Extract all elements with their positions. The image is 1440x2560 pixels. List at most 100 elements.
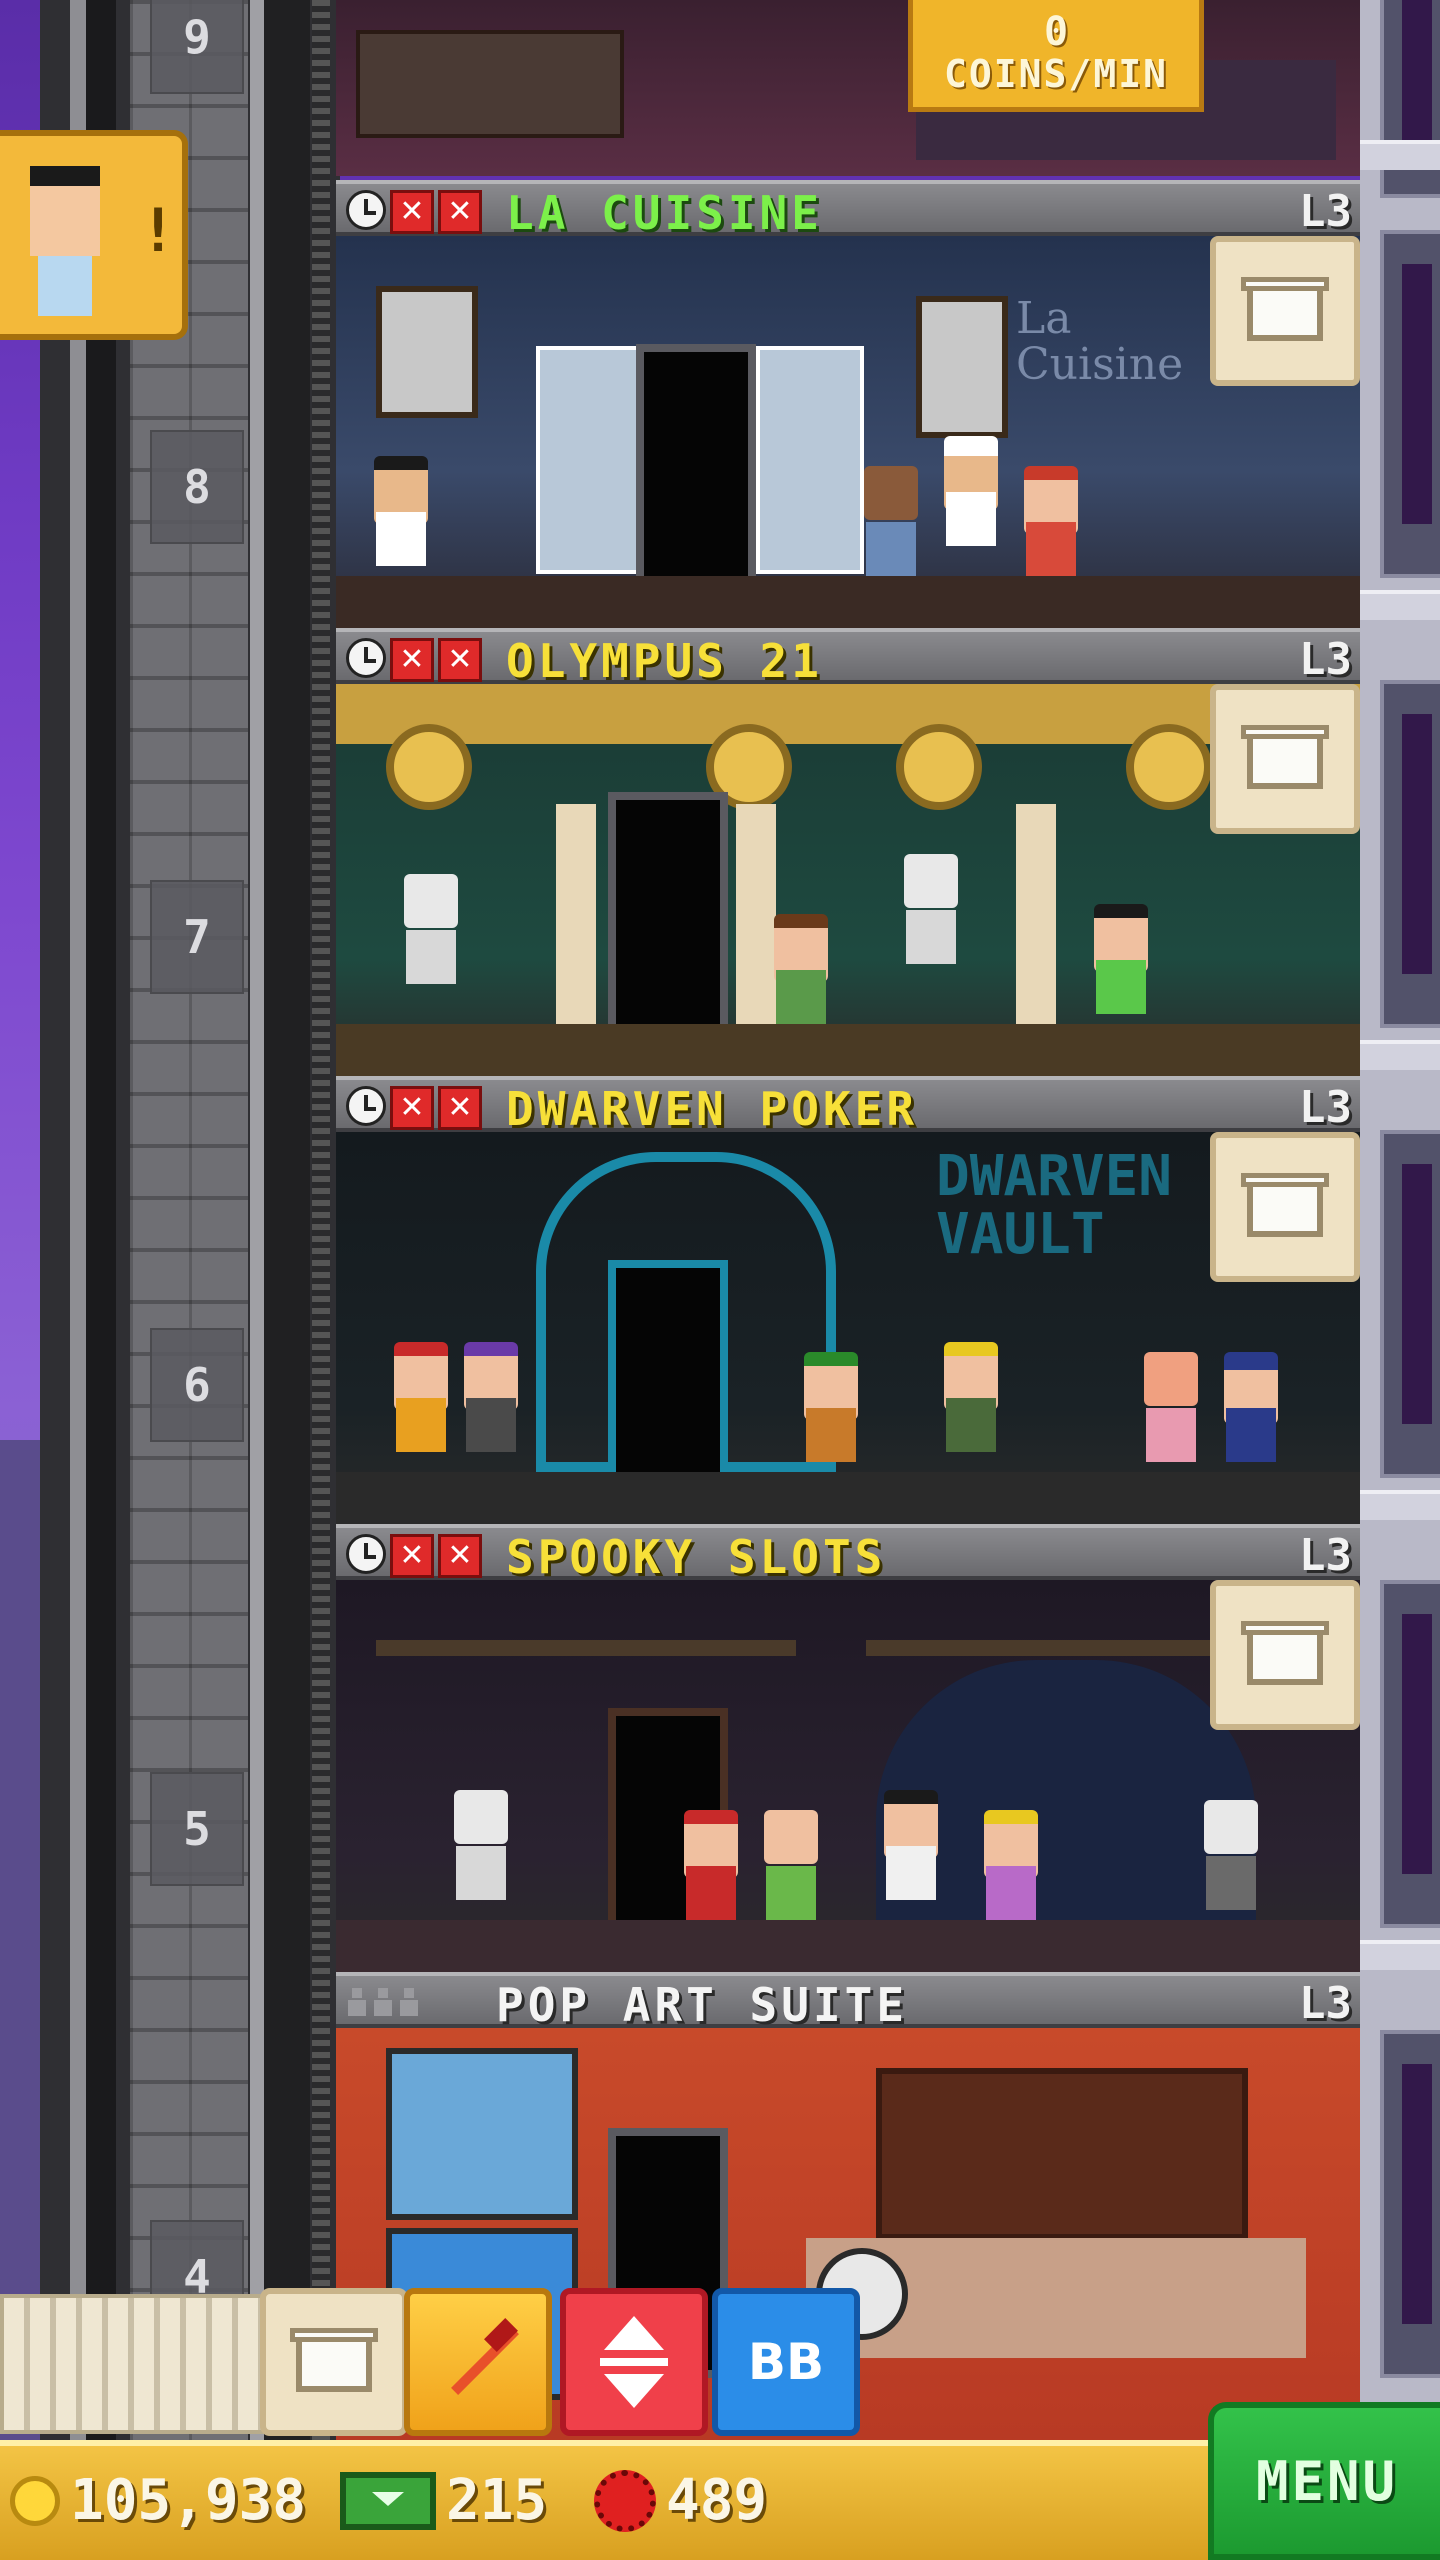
guest-character[interactable] bbox=[456, 1342, 526, 1452]
stock-button[interactable] bbox=[1210, 236, 1360, 386]
building-window bbox=[1380, 1130, 1440, 1478]
clock-icon bbox=[346, 1534, 386, 1574]
floor-level: L3 bbox=[1299, 1082, 1352, 1133]
floor-header: ✕ ✕ LA CUISINE L3 bbox=[336, 180, 1360, 240]
guest-character[interactable] bbox=[1086, 904, 1156, 1014]
building-window bbox=[1380, 2030, 1440, 2378]
building-window bbox=[1380, 1580, 1440, 1928]
floor-name: LA CUISINE bbox=[506, 186, 823, 240]
floor-9[interactable]: 0 COINS/MIN bbox=[336, 0, 1360, 176]
floor-name: SPOOKY SLOTS bbox=[506, 1530, 887, 1584]
stock-button[interactable] bbox=[1210, 684, 1360, 834]
shaft-floor-number: 8 bbox=[150, 430, 244, 544]
floor-la-cuisine[interactable]: ✕ ✕ LA CUISINE L3 La Cuisine bbox=[336, 180, 1360, 628]
coins-per-min-value: 0 bbox=[1043, 8, 1069, 55]
out-of-stock-icon: ✕ bbox=[390, 1534, 434, 1578]
stock-button[interactable] bbox=[1210, 1132, 1360, 1282]
floor-level: L3 bbox=[1299, 634, 1352, 685]
out-of-stock-icon: ✕ bbox=[390, 190, 434, 234]
bux-value: 215 bbox=[446, 2468, 548, 2533]
guest-character[interactable] bbox=[856, 466, 926, 576]
guest-character[interactable] bbox=[766, 914, 836, 1024]
slot-machine bbox=[446, 1790, 516, 1900]
wall-ledge bbox=[1360, 140, 1440, 170]
resident-slot-icon bbox=[398, 1988, 420, 2020]
shaft-floor-number: 9 bbox=[150, 0, 244, 94]
floor-room: DWARVEN VAULT bbox=[336, 1132, 1360, 1524]
stock-button[interactable] bbox=[1210, 1580, 1360, 1730]
resident-slot-icon bbox=[372, 1988, 394, 2020]
out-of-stock-icon: ✕ bbox=[438, 1534, 482, 1578]
build-floor-button[interactable] bbox=[404, 2288, 552, 2436]
crate-icon bbox=[1241, 1173, 1329, 1237]
floor-header: ✕ ✕ SPOOKY SLOTS L3 bbox=[336, 1524, 1360, 1584]
guest-character[interactable] bbox=[936, 1342, 1006, 1452]
bux-icon bbox=[340, 2471, 436, 2530]
guest-character[interactable] bbox=[876, 1790, 946, 1900]
room-sign: DWARVEN VAULT bbox=[936, 1144, 1173, 1267]
statue bbox=[896, 854, 966, 964]
skeleton-character[interactable] bbox=[1196, 1800, 1266, 1910]
floor-dwarven-poker[interactable]: ✕ ✕ DWARVEN POKER L3 DWARVEN VAULT bbox=[336, 1076, 1360, 1524]
floor-name: OLYMPUS 21 bbox=[506, 634, 823, 688]
floor-status bbox=[346, 1982, 420, 2020]
hammer-icon bbox=[428, 2312, 528, 2412]
dwarf-character[interactable] bbox=[796, 1352, 866, 1462]
wizard-character[interactable] bbox=[1216, 1352, 1286, 1462]
guest-character[interactable] bbox=[676, 1810, 746, 1920]
bottom-toolbar: BB bbox=[0, 2280, 890, 2440]
token-icon bbox=[594, 2469, 656, 2532]
resident-slot-icon bbox=[346, 1988, 368, 2020]
floor-status: ✕ ✕ bbox=[346, 190, 482, 234]
alert-icon: ! bbox=[140, 196, 177, 266]
floor-spooky-slots[interactable]: ✕ ✕ SPOOKY SLOTS L3 bbox=[336, 1524, 1360, 1972]
coins-value: 105,938 bbox=[70, 2468, 307, 2533]
elevator-button[interactable] bbox=[560, 2288, 708, 2436]
floor-name: POP ART SUITE bbox=[496, 1978, 909, 2032]
shaft-rail bbox=[250, 0, 264, 2560]
guest-character[interactable] bbox=[386, 1342, 456, 1452]
floor-olympus-21[interactable]: ✕ ✕ OLYMPUS 21 L3 bbox=[336, 628, 1360, 1076]
floor-status: ✕ ✕ bbox=[346, 1086, 482, 1130]
out-of-stock-icon: ✕ bbox=[390, 1086, 434, 1130]
guest-character[interactable] bbox=[1136, 1352, 1206, 1462]
clock-icon bbox=[346, 638, 386, 678]
building-window bbox=[1380, 230, 1440, 578]
guest-character[interactable] bbox=[1016, 466, 1086, 576]
shaft-floor-number: 7 bbox=[150, 880, 244, 994]
shaft-floor-number: 6 bbox=[150, 1328, 244, 1442]
shaft-rail bbox=[264, 0, 310, 2560]
floor-room: La Cuisine bbox=[336, 236, 1360, 628]
floor-room bbox=[336, 684, 1360, 1076]
guest-character[interactable] bbox=[976, 1810, 1046, 1920]
floor-level: L3 bbox=[1299, 1530, 1352, 1581]
vip-bellhop-tab[interactable]: ! bbox=[0, 130, 188, 340]
coin-icon bbox=[10, 2475, 60, 2526]
floor-header: POP ART SUITE L3 bbox=[336, 1972, 1360, 2032]
bitbook-button[interactable]: BB bbox=[712, 2288, 860, 2436]
room-door bbox=[636, 344, 756, 594]
room-sign: La Cuisine bbox=[1016, 293, 1184, 390]
bellhop-body bbox=[38, 256, 92, 316]
guest-character[interactable] bbox=[366, 456, 436, 566]
stock-all-button[interactable] bbox=[260, 2288, 408, 2436]
wall-ledge bbox=[1360, 1040, 1440, 1070]
floor-name: DWARVEN POKER bbox=[506, 1082, 919, 1136]
out-of-stock-icon: ✕ bbox=[438, 638, 482, 682]
chef-character[interactable] bbox=[936, 436, 1006, 546]
wall-ledge bbox=[1360, 1490, 1440, 1520]
stock-stack-gauge bbox=[0, 2294, 270, 2434]
bux-counter: 215 bbox=[340, 2468, 547, 2533]
clock-icon bbox=[346, 1086, 386, 1126]
floor-level: L3 bbox=[1299, 186, 1352, 237]
clock-icon bbox=[346, 190, 386, 230]
statue bbox=[396, 874, 466, 984]
menu-button[interactable]: MENU bbox=[1208, 2402, 1440, 2560]
building-window bbox=[1380, 680, 1440, 1028]
floor-room bbox=[336, 0, 1360, 176]
out-of-stock-icon: ✕ bbox=[438, 190, 482, 234]
shaft-rail bbox=[70, 0, 86, 2560]
floor-status: ✕ ✕ bbox=[346, 638, 482, 682]
floor-header: ✕ ✕ OLYMPUS 21 L3 bbox=[336, 628, 1360, 688]
guest-character[interactable] bbox=[756, 1810, 826, 1920]
